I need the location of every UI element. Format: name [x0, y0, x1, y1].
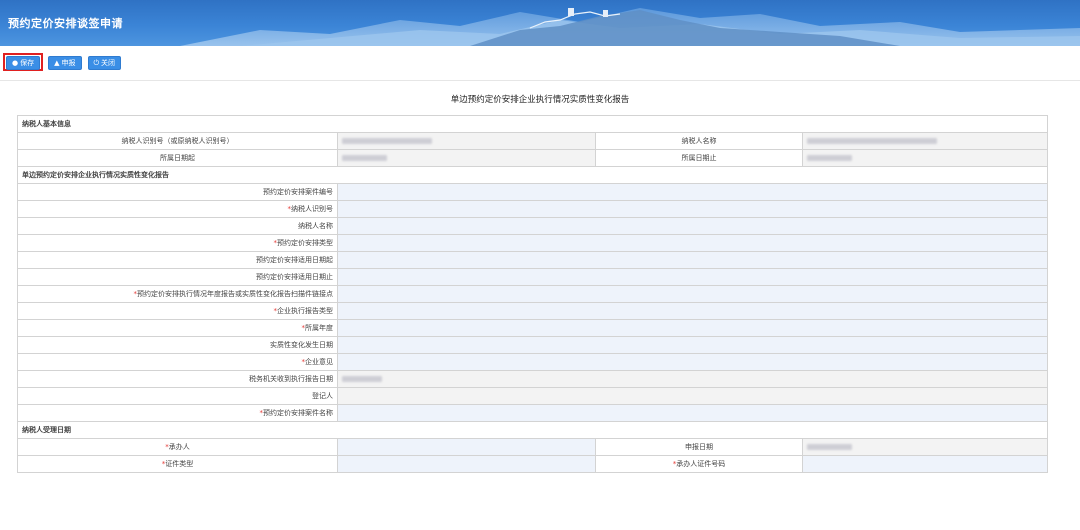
taxpayer-name-label: 纳税人名称: [595, 132, 803, 150]
field-label: 纳税人名称: [17, 217, 338, 235]
table-row: *承办人 申报日期: [17, 438, 1048, 456]
submit-button-label: 申报: [61, 59, 76, 67]
company-opinion-input[interactable]: [337, 353, 1048, 371]
form-row: *预约定价安排执行情况年度报告或实质性变化报告扫描件链接点: [17, 285, 1048, 303]
form-row: *纳税人识别号: [17, 200, 1048, 218]
handler-id-number-input[interactable]: [802, 455, 1048, 473]
report-title: 单边预约定价安排企业执行情况实质性变化报告: [450, 95, 630, 105]
taxpayer-id-value: [337, 132, 596, 150]
save-button-highlight: ● 保存: [3, 53, 44, 71]
toolbar-divider: [0, 80, 1080, 81]
field-label: 登记人: [17, 387, 338, 405]
form-row: 预约定价安排案件编号: [17, 183, 1048, 201]
header-banner: 预约定价安排谈签申请: [0, 0, 1080, 46]
form-row: *企业执行报告类型: [17, 302, 1048, 320]
taxpayer-id-input[interactable]: [337, 200, 1048, 218]
field-label: 税务机关收到执行报告日期: [17, 370, 338, 388]
id-type-select[interactable]: [337, 455, 596, 473]
apa-case-name-input[interactable]: [337, 404, 1048, 422]
field-label: *企业意见: [17, 353, 338, 371]
form-row: 纳税人名称: [17, 217, 1048, 235]
apa-type-select[interactable]: [337, 234, 1048, 252]
field-label: *预约定价安排类型: [17, 234, 338, 252]
taxpayer-id-label: 纳税人识别号（或原纳税人识别号）: [17, 132, 338, 150]
apa-start-date-input[interactable]: [337, 251, 1048, 269]
field-label: 预约定价安排案件编号: [17, 183, 338, 201]
period-end-value: [802, 149, 1048, 167]
field-label: *预约定价安排执行情况年度报告或实质性变化报告扫描件链接点: [17, 285, 338, 303]
form-row: 预约定价安排适用日期止: [17, 268, 1048, 286]
id-type-label: *证件类型: [17, 455, 338, 473]
section-row-basic-info: 纳税人基本信息: [17, 115, 1048, 133]
change-date-input[interactable]: [337, 336, 1048, 354]
handler-label: *承办人: [17, 438, 338, 456]
registrar-value: [337, 387, 1048, 405]
field-label: *所属年度: [17, 319, 338, 337]
form-row: 预约定价安排适用日期起: [17, 251, 1048, 269]
close-button[interactable]: ⏻ 关闭: [87, 56, 122, 70]
thumbs-up-icon: ▲: [54, 58, 60, 67]
form-row: *预约定价安排案件名称: [17, 404, 1048, 422]
taxpayer-name-value: [802, 132, 1048, 150]
report-type-select[interactable]: [337, 302, 1048, 320]
scan-link-input[interactable]: [337, 285, 1048, 303]
report-form-table: 纳税人基本信息 纳税人识别号（或原纳税人识别号） 纳税人名称 所属日期起 所属日…: [17, 115, 1048, 473]
form-row: 税务机关收到执行报告日期: [17, 370, 1048, 388]
apa-end-date-input[interactable]: [337, 268, 1048, 286]
field-label: 实质性变化发生日期: [17, 336, 338, 354]
table-row: *证件类型 *承办人证件号码: [17, 455, 1048, 473]
handler-id-number-label: *承办人证件号码: [595, 455, 803, 473]
receipt-date-value: [337, 370, 1048, 388]
great-wall-banner-image: [180, 8, 1080, 46]
page-title: 预约定价安排谈签申请: [8, 17, 123, 30]
period-start-value: [337, 149, 596, 167]
field-label: *预约定价安排案件名称: [17, 404, 338, 422]
section-row-report: 单边预约定价安排企业执行情况实质性变化报告: [17, 166, 1048, 184]
year-input[interactable]: [337, 319, 1048, 337]
section-title-report: 单边预约定价安排企业执行情况实质性变化报告: [17, 166, 1048, 184]
section-title-acceptance: 纳税人受理日期: [17, 421, 1048, 439]
table-row: 所属日期起 所属日期止: [17, 149, 1048, 167]
taxpayer-name-input[interactable]: [337, 217, 1048, 235]
handler-input[interactable]: [337, 438, 596, 456]
section-row-acceptance: 纳税人受理日期: [17, 421, 1048, 439]
period-start-label: 所属日期起: [17, 149, 338, 167]
form-row: *所属年度: [17, 319, 1048, 337]
power-icon: ⏻: [93, 58, 100, 67]
submit-button[interactable]: ▲ 申报: [48, 56, 82, 70]
apa-case-number-input[interactable]: [337, 183, 1048, 201]
period-end-label: 所属日期止: [595, 149, 803, 167]
close-button-label: 关闭: [101, 59, 116, 67]
form-row: *预约定价安排类型: [17, 234, 1048, 252]
save-button[interactable]: ● 保存: [6, 56, 41, 70]
form-row: *企业意见: [17, 353, 1048, 371]
field-label: *企业执行报告类型: [17, 302, 338, 320]
declare-date-label: 申报日期: [595, 438, 803, 456]
check-circle-icon: ●: [12, 58, 19, 67]
form-row: 登记人: [17, 387, 1048, 405]
field-label: 预约定价安排适用日期止: [17, 268, 338, 286]
declare-date-value: [802, 438, 1048, 456]
field-label: *纳税人识别号: [17, 200, 338, 218]
toolbar: ● 保存 ▲ 申报 ⏻ 关闭: [3, 53, 122, 72]
form-row: 实质性变化发生日期: [17, 336, 1048, 354]
field-label: 预约定价安排适用日期起: [17, 251, 338, 269]
section-title-basic-info: 纳税人基本信息: [17, 115, 1048, 133]
table-row: 纳税人识别号（或原纳税人识别号） 纳税人名称: [17, 132, 1048, 150]
save-button-label: 保存: [20, 59, 35, 67]
